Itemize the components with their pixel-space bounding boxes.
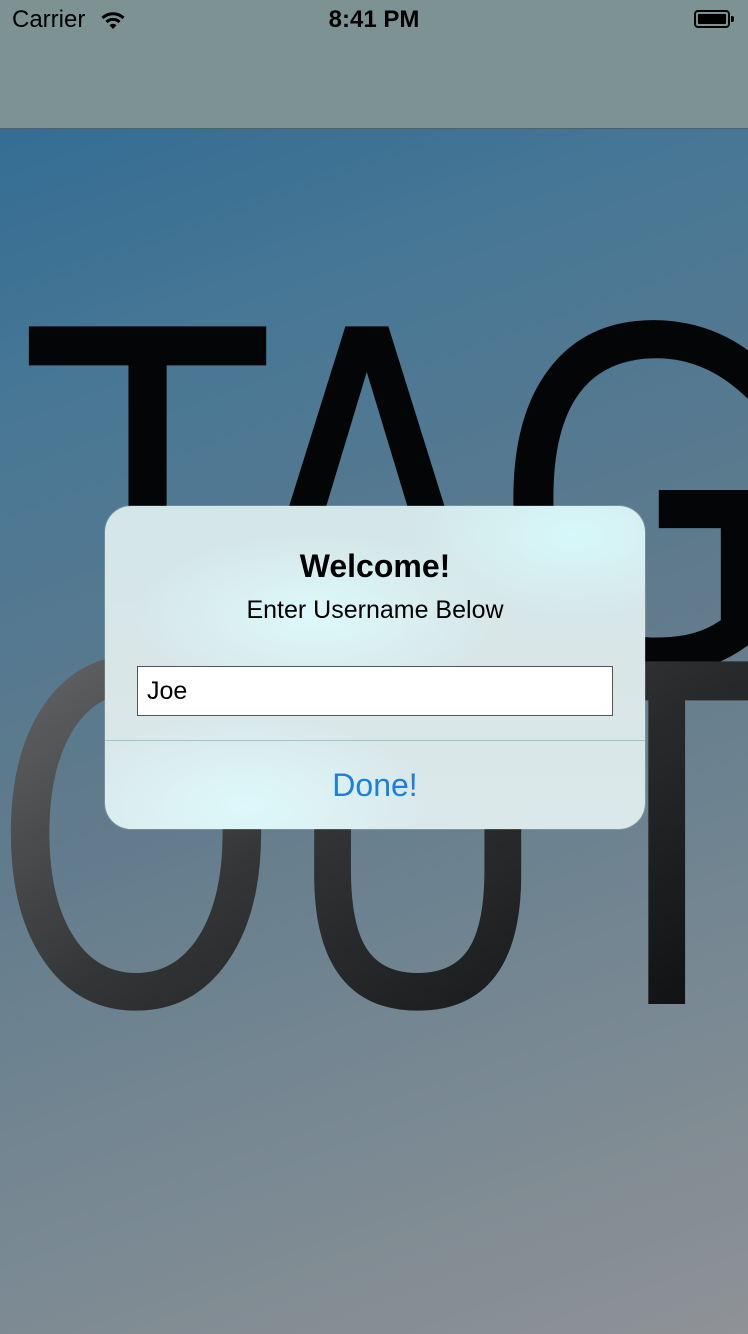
welcome-alert: Welcome! Enter Username Below Done! xyxy=(105,506,645,829)
alert-title: Welcome! xyxy=(299,548,451,584)
status-time: 8:41 PM xyxy=(328,6,420,33)
done-button[interactable]: Done! xyxy=(105,741,645,829)
alert-message: Enter Username Below xyxy=(246,596,504,624)
status-bar: Carrier 8:41 PM xyxy=(0,0,748,40)
username-input[interactable] xyxy=(137,666,613,716)
navigation-bar xyxy=(0,40,748,129)
battery-icon xyxy=(694,10,734,28)
